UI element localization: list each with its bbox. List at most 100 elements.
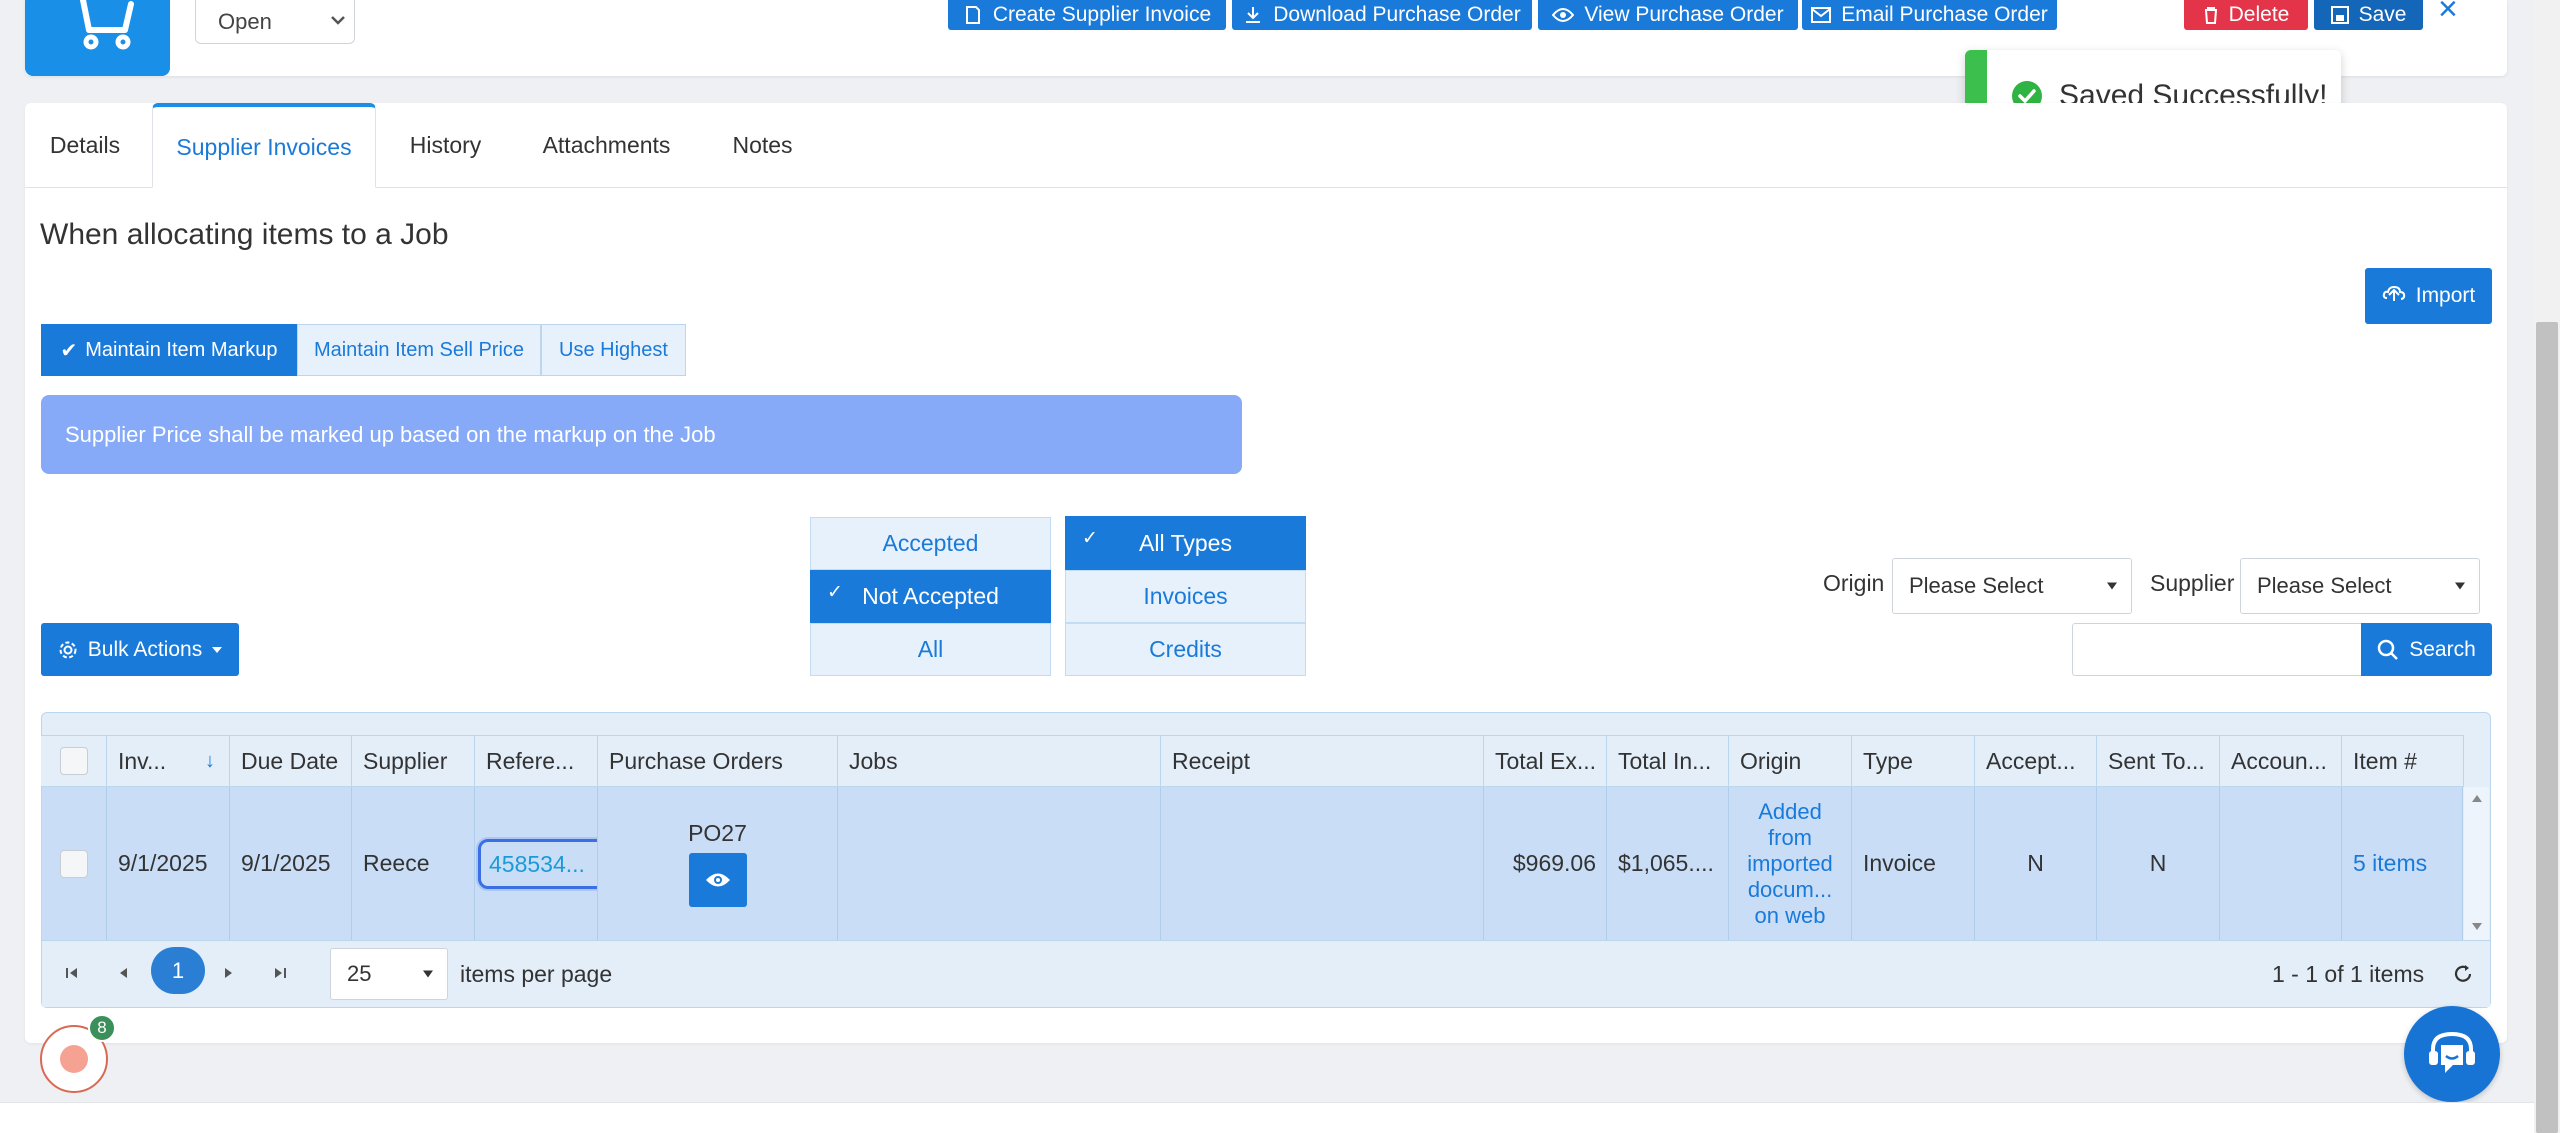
trash-icon	[2204, 7, 2217, 24]
search-icon	[2377, 639, 2399, 660]
filter-credits-label: Credits	[1149, 636, 1222, 662]
refresh-icon[interactable]	[2452, 963, 2474, 985]
email-purchase-order-button[interactable]: Email Purchase Order	[1802, 0, 2057, 30]
select-all-cell	[42, 735, 107, 787]
import-button[interactable]: Import	[2365, 268, 2492, 324]
col-total-ex[interactable]: Total Ex...	[1484, 735, 1607, 787]
use-highest-option[interactable]: Use Highest	[541, 324, 686, 376]
status-select[interactable]: Open	[195, 0, 355, 44]
col-account[interactable]: Accoun...	[2220, 735, 2342, 787]
tab-history[interactable]: History	[383, 103, 508, 188]
cell-account	[2220, 787, 2342, 940]
col-sent-to[interactable]: Sent To...	[2097, 735, 2220, 787]
view-purchase-order-button[interactable]: View Purchase Order	[1538, 0, 1798, 30]
upload-icon	[2382, 286, 2405, 301]
download-purchase-order-label: Download Purchase Order	[1273, 3, 1521, 26]
email-purchase-order-label: Email Purchase Order	[1841, 3, 2048, 26]
envelope-icon	[1811, 7, 1832, 23]
cell-type: Invoice	[1852, 787, 1975, 940]
col-supplier[interactable]: Supplier	[352, 735, 475, 787]
view-po-button[interactable]	[688, 853, 747, 907]
col-total-inc[interactable]: Total In...	[1607, 735, 1729, 787]
supplier-select[interactable]: Please Select	[2240, 558, 2480, 614]
origin-line: docum...	[1747, 876, 1833, 902]
page-size-select[interactable]: 25	[330, 948, 448, 1000]
origin-line: Added	[1758, 798, 1822, 824]
view-purchase-order-label: View Purchase Order	[1584, 3, 1784, 26]
caret-down-icon	[2107, 582, 2117, 590]
filter-accepted-label: Accepted	[882, 530, 979, 556]
save-button[interactable]: Save	[2314, 0, 2423, 30]
cell-reference: 458534...	[475, 787, 598, 940]
origin-line: on web	[1754, 902, 1826, 928]
col-origin[interactable]: Origin	[1729, 735, 1852, 787]
use-highest-label: Use Highest	[559, 338, 668, 361]
grid-scrollbar[interactable]	[2464, 787, 2489, 940]
filter-all-types[interactable]: ✓ All Types	[1065, 516, 1306, 570]
notification-dot-icon	[60, 1045, 88, 1073]
last-page-icon[interactable]	[272, 966, 288, 980]
origin-select[interactable]: Please Select	[1892, 558, 2132, 614]
scroll-up-icon[interactable]	[2472, 795, 2482, 802]
items-link[interactable]: 5 items	[2342, 787, 2463, 940]
tab-details[interactable]: Details	[25, 103, 145, 188]
tab-attachments[interactable]: Attachments	[520, 103, 693, 188]
filter-accepted[interactable]: Accepted	[810, 517, 1051, 570]
page-size-value: 25	[347, 961, 372, 986]
next-page-icon[interactable]	[222, 966, 236, 980]
cell-accepted: N	[1975, 787, 2097, 940]
filter-credits[interactable]: Credits	[1065, 623, 1306, 676]
origin-link[interactable]: Added from imported docum... on web	[1729, 787, 1852, 940]
prev-page-icon[interactable]	[116, 966, 130, 980]
close-icon[interactable]: ×	[2438, 0, 2458, 29]
col-accepted[interactable]: Accept...	[1975, 735, 2097, 787]
download-purchase-order-button[interactable]: Download Purchase Order	[1232, 0, 1532, 30]
search-input[interactable]	[2072, 623, 2362, 676]
page-scrollbar-thumb[interactable]	[2536, 322, 2558, 1133]
check-icon: ✔	[60, 339, 78, 362]
filter-invoices[interactable]: Invoices	[1065, 570, 1306, 623]
cell-invoice-date: 9/1/2025	[107, 787, 230, 940]
check-icon: ✓	[827, 581, 843, 603]
scroll-down-icon[interactable]	[2472, 923, 2482, 930]
bulk-actions-button[interactable]: Bulk Actions	[41, 623, 239, 676]
first-page-icon[interactable]	[64, 966, 80, 980]
cell-purchase-orders: PO27	[598, 787, 838, 940]
sort-desc-icon: ↓	[205, 749, 215, 772]
maintain-item-markup-label: Maintain Item Markup	[85, 338, 278, 361]
col-purchase-orders[interactable]: Purchase Orders	[598, 735, 838, 787]
row-checkbox[interactable]	[60, 849, 88, 878]
cell-total-ex: $969.06	[1484, 787, 1607, 940]
col-reference[interactable]: Refere...	[475, 735, 598, 787]
filter-all[interactable]: All	[810, 623, 1051, 676]
maintain-item-markup-option[interactable]: ✔ Maintain Item Markup	[41, 324, 297, 376]
cell-receipt	[1161, 787, 1484, 940]
help-chat-button[interactable]	[2404, 1006, 2500, 1102]
col-due-date[interactable]: Due Date	[230, 735, 352, 787]
create-supplier-invoice-button[interactable]: Create Supplier Invoice	[948, 0, 1226, 30]
delete-button[interactable]: Delete	[2184, 0, 2308, 30]
cart-logo	[25, 0, 170, 76]
check-icon: ✓	[1082, 527, 1098, 549]
caret-down-icon	[423, 970, 433, 978]
page-1-button[interactable]: 1	[151, 947, 205, 994]
import-label: Import	[2415, 284, 2476, 307]
eye-icon	[1552, 8, 1575, 22]
search-label: Search	[2409, 637, 2476, 661]
col-item-count[interactable]: Item #	[2342, 735, 2464, 787]
reference-link[interactable]: 458534...	[478, 839, 597, 889]
select-all-checkbox[interactable]	[60, 747, 88, 775]
col-jobs[interactable]: Jobs	[838, 735, 1161, 787]
supplier-select-value: Please Select	[2257, 573, 2392, 598]
caret-down-icon	[212, 646, 223, 653]
filter-not-accepted[interactable]: ✓ Not Accepted	[810, 570, 1051, 623]
search-button[interactable]: Search	[2361, 623, 2492, 676]
tab-supplier-invoices[interactable]: Supplier Invoices	[152, 103, 376, 188]
tab-notes[interactable]: Notes	[705, 103, 820, 188]
col-type[interactable]: Type	[1852, 735, 1975, 787]
delete-label: Delete	[2228, 3, 2290, 26]
cell-due-date: 9/1/2025	[230, 787, 352, 940]
maintain-item-sell-price-option[interactable]: Maintain Item Sell Price	[297, 324, 541, 376]
col-invoice-date[interactable]: Inv... ↓	[107, 735, 230, 787]
col-receipt[interactable]: Receipt	[1161, 735, 1484, 787]
